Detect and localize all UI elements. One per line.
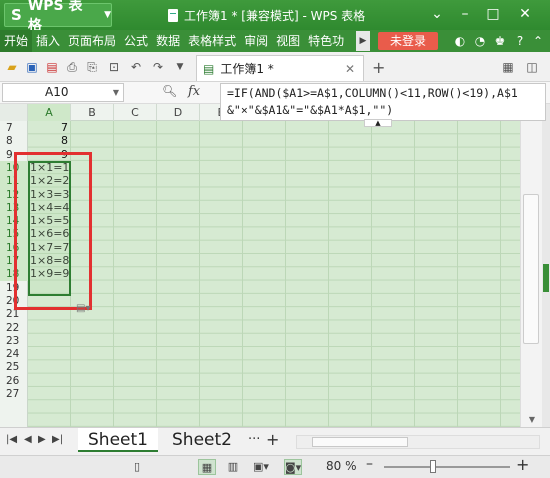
add-sheet-icon[interactable]: + (266, 430, 279, 449)
help-icon[interactable]: ? (512, 34, 528, 48)
cell-a[interactable] (28, 374, 71, 388)
format-painter-icon[interactable]: ⊡ (106, 59, 122, 75)
row-header[interactable]: 8 (0, 134, 28, 148)
document-icon (168, 9, 178, 22)
baidu-watermark-logo (420, 420, 545, 460)
side-panel-toggle[interactable] (543, 264, 549, 292)
wps-logo-icon: S (11, 6, 22, 24)
paste-options-icon[interactable]: ▤▾ (76, 303, 102, 317)
menu-item-formula[interactable]: 公式 (120, 30, 152, 52)
menu-item-home[interactable]: 开始 (0, 30, 33, 52)
column-header[interactable]: B (71, 104, 114, 121)
name-box[interactable]: A10 ▼ (2, 83, 124, 102)
menu-item-page-layout[interactable]: 页面布局 (64, 30, 120, 52)
zoom-search-icon[interactable]: 🔍︎ (162, 84, 177, 98)
row-header[interactable]: 25 (0, 360, 28, 374)
sheet-tab-sheet1[interactable]: Sheet1 (78, 428, 158, 452)
cell-a[interactable]: 7 (28, 121, 71, 135)
new-tab-icon[interactable]: + (372, 58, 385, 77)
side-panel-strip (542, 104, 550, 427)
last-sheet-icon[interactable]: ▶| (52, 434, 63, 445)
column-header[interactable]: A (28, 104, 71, 121)
page-break-view-icon[interactable]: ▣▾ (252, 459, 270, 475)
tab-list-icon[interactable]: ▦ (500, 59, 516, 75)
print-icon[interactable]: ⎙ (64, 59, 80, 75)
annotation-highlight-box (14, 152, 92, 310)
app-menu-button[interactable]: S WPS 表格 ▼ (4, 0, 112, 34)
next-sheet-icon[interactable]: ▶ (38, 434, 46, 445)
feedback-icon[interactable]: ◔ (472, 34, 488, 48)
menu-item-review[interactable]: 审阅 (240, 30, 272, 52)
window-title: 工作簿1 * [兼容模式] - WPS 表格 (168, 7, 365, 24)
print-preview-icon[interactable]: ⎘ (84, 59, 100, 75)
more-sheets-icon[interactable]: ··· (248, 432, 260, 447)
open-folder-icon[interactable]: ▰ (4, 59, 20, 75)
insert-function-icon[interactable]: fx (188, 84, 200, 99)
chevron-down-icon[interactable]: ▼ (113, 84, 119, 101)
close-tab-icon[interactable]: ✕ (345, 62, 355, 76)
save-icon[interactable]: ▣ (24, 59, 40, 75)
reading-mode-icon[interactable]: ◙▾ (284, 459, 302, 475)
menu-scroll-right-icon[interactable]: ▶ (356, 31, 370, 51)
vertical-scroll-thumb[interactable] (523, 194, 539, 344)
skin-icon[interactable]: ◐ (452, 34, 468, 48)
cell-a[interactable] (28, 387, 71, 401)
zoom-level[interactable]: 80 % (326, 459, 357, 473)
formula-input[interactable]: =IF(AND($A1>=A$1,COLUMN()<11,ROW()<19),A… (220, 83, 546, 121)
cell-a[interactable] (28, 334, 71, 348)
zoom-slider-handle[interactable] (430, 460, 436, 473)
cell-a[interactable] (28, 360, 71, 374)
sheet-tab-sheet2[interactable]: Sheet2 (160, 428, 244, 452)
collapse-formula-icon[interactable]: ▲ (364, 119, 392, 127)
chevron-down-icon[interactable]: ⌄ (428, 6, 446, 22)
row-header[interactable]: 7 (0, 121, 28, 135)
column-header[interactable]: C (114, 104, 157, 121)
page-layout-view-icon[interactable]: ▥ (224, 459, 242, 475)
column-header[interactable]: D (157, 104, 200, 121)
menu-item-data[interactable]: 数据 (152, 30, 184, 52)
tab-workbook[interactable]: ▤ 工作簿1 * ✕ (196, 55, 364, 81)
zoom-slider[interactable] (384, 466, 510, 468)
name-box-value: A10 (45, 85, 69, 99)
cell-a[interactable]: 8 (28, 134, 71, 148)
row-header[interactable]: 26 (0, 374, 28, 388)
minimize-icon[interactable]: – (456, 6, 474, 22)
prev-sheet-icon[interactable]: ◀ (24, 434, 32, 445)
row-header[interactable]: 22 (0, 321, 28, 335)
cell-a[interactable] (28, 347, 71, 361)
login-button[interactable]: 未登录 (378, 32, 438, 50)
row-header[interactable]: 23 (0, 334, 28, 348)
first-sheet-icon[interactable]: |◀ (6, 434, 17, 445)
row-header[interactable]: 24 (0, 347, 28, 361)
maximize-icon[interactable]: □ (484, 6, 502, 22)
menu-item-special[interactable]: 特色功 (304, 30, 348, 52)
collapse-ribbon-icon[interactable]: ⌃ (530, 34, 546, 48)
undo-icon[interactable]: ↶ (128, 59, 144, 75)
chevron-down-icon: ▼ (104, 10, 111, 20)
zoom-out-icon[interactable]: – (366, 456, 373, 472)
menu-item-insert[interactable]: 插入 (32, 30, 64, 52)
customize-toolbar-icon[interactable]: ▼ (172, 59, 188, 75)
tab-workbook-label: 工作簿1 * (220, 62, 274, 76)
shirt-icon[interactable]: ♚ (492, 34, 508, 48)
sheet-doc-icon: ▤ (203, 61, 215, 76)
row-header[interactable]: 27 (0, 387, 28, 401)
window-title-text: 工作簿1 * [兼容模式] - WPS 表格 (184, 9, 366, 23)
horizontal-scroll-thumb[interactable] (312, 437, 408, 447)
menu-item-table-style[interactable]: 表格样式 (184, 30, 240, 52)
menu-item-view[interactable]: 视图 (272, 30, 304, 52)
title-bar: S WPS 表格 ▼ 工作簿1 * [兼容模式] - WPS 表格 ⌄ – □ … (0, 0, 550, 34)
cell-grid[interactable] (28, 121, 520, 427)
close-icon[interactable]: ✕ (516, 6, 534, 22)
cell-a[interactable] (28, 321, 71, 335)
export-pdf-icon[interactable]: ▤ (44, 59, 60, 75)
select-all-corner[interactable] (0, 104, 28, 121)
redo-icon[interactable]: ↷ (150, 59, 166, 75)
page-icon[interactable]: ▯ (128, 459, 146, 475)
tab-restore-icon[interactable]: ◫ (524, 59, 540, 75)
normal-view-icon[interactable]: ▦ (198, 459, 216, 475)
